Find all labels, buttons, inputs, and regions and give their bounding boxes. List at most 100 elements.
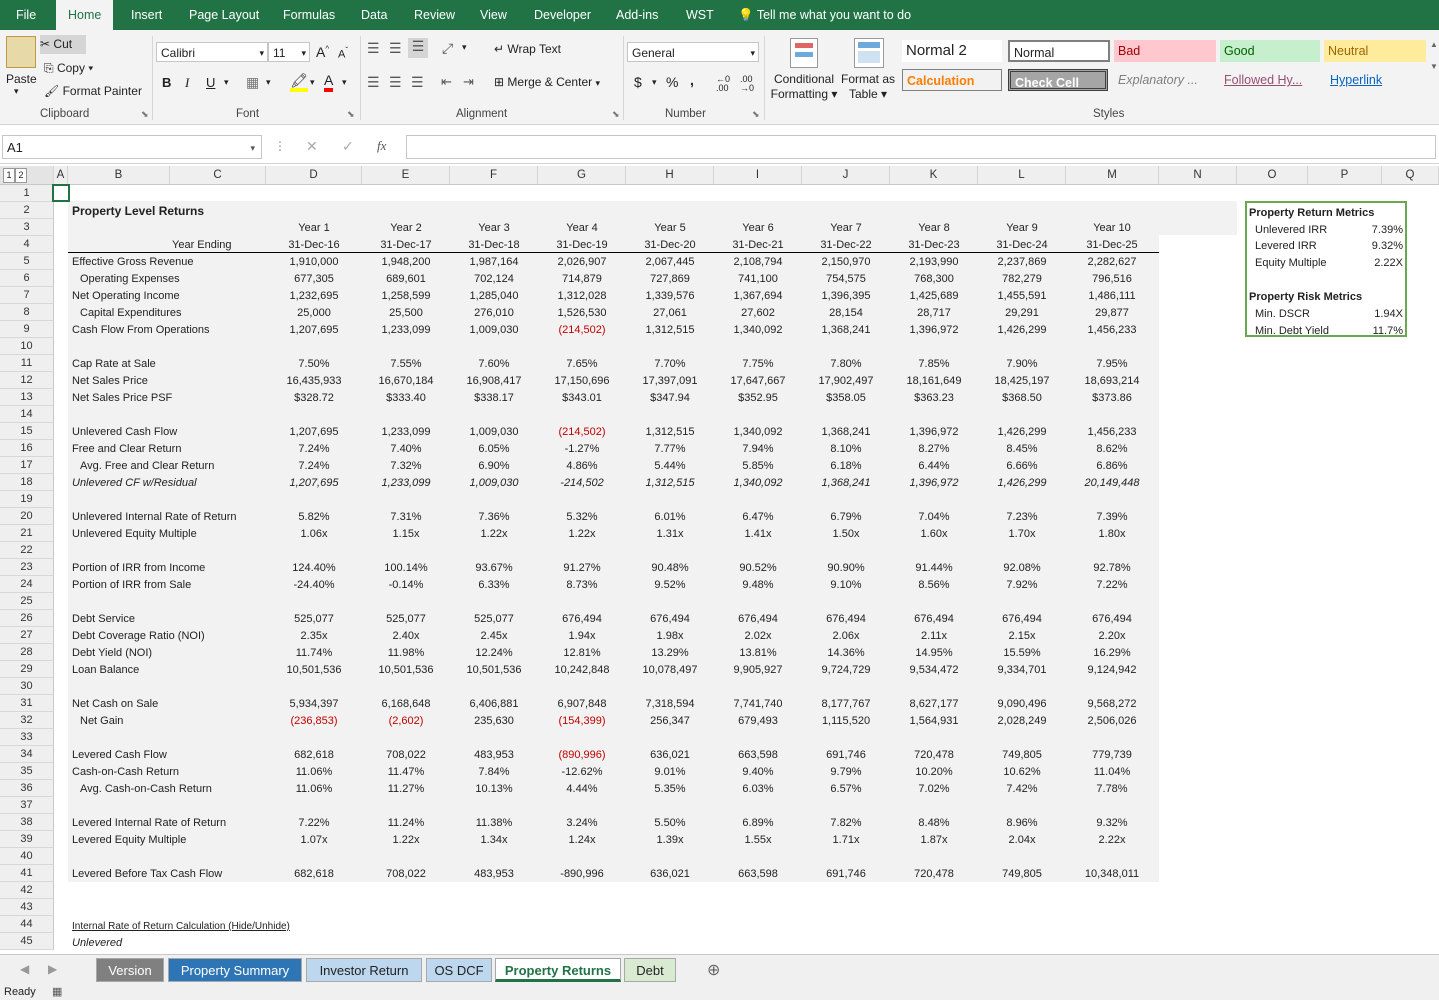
add-sheet-icon[interactable]: ⊕ <box>707 960 720 980</box>
row-header[interactable]: 45 <box>0 933 54 950</box>
data-cell[interactable]: 7.39% <box>1067 509 1157 526</box>
data-cell[interactable]: 28,154 <box>801 305 891 322</box>
data-cell[interactable]: 92.78% <box>1067 560 1157 577</box>
data-cell[interactable]: 8.73% <box>537 577 627 594</box>
data-cell[interactable]: 7.94% <box>713 441 803 458</box>
row-header[interactable]: 37 <box>0 797 54 814</box>
data-cell[interactable]: 18,161,649 <box>889 373 979 390</box>
data-cell[interactable]: 1,425,689 <box>889 288 979 305</box>
align-top-icon[interactable]: ☰ <box>367 40 380 57</box>
style-neutral[interactable]: Neutral <box>1324 40 1426 62</box>
font-name-box[interactable]: Calibri ▾ <box>156 42 268 62</box>
data-cell[interactable]: 2.02x <box>713 628 803 645</box>
data-cell[interactable]: -1.27% <box>537 441 627 458</box>
data-cell[interactable]: 7.75% <box>713 356 803 373</box>
dialog-launcher-icon[interactable]: ⬊ <box>141 109 149 120</box>
row-header[interactable]: 7 <box>0 287 54 304</box>
data-cell[interactable]: 1,396,972 <box>889 322 979 339</box>
column-header-q[interactable]: Q <box>1382 166 1439 185</box>
column-header-l[interactable]: L <box>978 166 1066 185</box>
data-cell[interactable]: 676,494 <box>889 611 979 628</box>
row-header[interactable]: 44 <box>0 916 54 933</box>
data-cell[interactable]: 9.52% <box>625 577 715 594</box>
data-cell[interactable]: 689,601 <box>361 271 451 288</box>
enter-icon[interactable]: ✓ <box>342 138 354 155</box>
data-cell[interactable]: 7.23% <box>977 509 1067 526</box>
sheet-tab-version[interactable]: Version <box>96 958 164 982</box>
data-cell[interactable]: 6.79% <box>801 509 891 526</box>
italic-button[interactable]: I <box>185 75 189 91</box>
dialog-launcher-icon[interactable]: ⬊ <box>612 109 620 120</box>
data-cell[interactable]: 2.40x <box>361 628 451 645</box>
row-header[interactable]: 28 <box>0 644 54 661</box>
dialog-launcher-icon[interactable]: ⬊ <box>752 109 760 120</box>
row-header[interactable]: 33 <box>0 729 54 746</box>
data-cell[interactable]: 1,456,233 <box>1067 322 1157 339</box>
style-normal-2[interactable]: Normal 2 <box>902 40 1002 62</box>
data-cell[interactable]: 8.62% <box>1067 441 1157 458</box>
data-cell[interactable]: 636,021 <box>625 747 715 764</box>
data-cell[interactable]: 768,300 <box>889 271 979 288</box>
data-cell[interactable]: 1,948,200 <box>361 254 451 271</box>
data-cell[interactable]: -12.62% <box>537 764 627 781</box>
data-cell[interactable]: 1,368,241 <box>801 424 891 441</box>
data-cell[interactable]: 10.13% <box>449 781 539 798</box>
data-cell[interactable]: 1.98x <box>625 628 715 645</box>
tab-view[interactable]: View <box>468 0 519 30</box>
data-cell[interactable]: 1,312,028 <box>537 288 627 305</box>
data-cell[interactable]: 9.48% <box>713 577 803 594</box>
column-header-c[interactable]: C <box>170 166 266 185</box>
outline-level-2[interactable]: 2 <box>15 168 27 183</box>
chevron-down-icon[interactable]: ▾ <box>310 77 315 88</box>
data-cell[interactable]: 9.79% <box>801 764 891 781</box>
data-cell[interactable]: 2.45x <box>449 628 539 645</box>
row-header[interactable]: 38 <box>0 814 54 831</box>
style-calculation[interactable]: Calculation <box>902 69 1002 91</box>
column-header-d[interactable]: D <box>266 166 362 185</box>
data-cell[interactable]: 1,396,395 <box>801 288 891 305</box>
data-cell[interactable]: 5.82% <box>269 509 359 526</box>
data-cell[interactable]: 1.24x <box>537 832 627 849</box>
data-cell[interactable]: 1.06x <box>269 526 359 543</box>
style-bad[interactable]: Bad <box>1114 40 1216 62</box>
data-cell[interactable]: (154,399) <box>537 713 627 730</box>
conditional-formatting-button[interactable]: Conditional Formatting ▾ <box>770 72 838 102</box>
chevron-down-icon[interactable]: ▾ <box>224 77 229 88</box>
row-header[interactable]: 18 <box>0 474 54 491</box>
row-header[interactable]: 39 <box>0 831 54 848</box>
row-header[interactable]: 40 <box>0 848 54 865</box>
font-color-icon[interactable]: A <box>324 72 334 92</box>
data-cell[interactable]: 1,312,515 <box>625 475 715 492</box>
sheet-tab-investor-return[interactable]: Investor Return <box>306 958 422 982</box>
data-cell[interactable]: 679,493 <box>713 713 803 730</box>
data-cell[interactable]: 7.65% <box>537 356 627 373</box>
data-cell[interactable]: 2.11x <box>889 628 979 645</box>
data-cell[interactable]: 9,090,496 <box>977 696 1067 713</box>
column-header-o[interactable]: O <box>1237 166 1308 185</box>
data-cell[interactable]: 1.15x <box>361 526 451 543</box>
data-cell[interactable]: 6.86% <box>1067 458 1157 475</box>
data-cell[interactable]: 276,010 <box>449 305 539 322</box>
data-cell[interactable]: 1,233,099 <box>361 322 451 339</box>
row-header[interactable]: 2 <box>0 202 54 219</box>
data-cell[interactable]: 11.06% <box>269 781 359 798</box>
data-cell[interactable]: 20,149,448 <box>1067 475 1157 492</box>
data-cell[interactable]: (2,602) <box>361 713 451 730</box>
data-cell[interactable]: 9,534,472 <box>889 662 979 679</box>
data-cell[interactable]: 91.44% <box>889 560 979 577</box>
column-header-b[interactable]: B <box>68 166 170 185</box>
data-cell[interactable]: 1,368,241 <box>801 475 891 492</box>
data-cell[interactable]: 2,067,445 <box>625 254 715 271</box>
data-cell[interactable]: 10,348,011 <box>1067 866 1157 883</box>
data-cell[interactable]: 691,746 <box>801 866 891 883</box>
data-cell[interactable]: $368.50 <box>977 390 1067 407</box>
data-cell[interactable]: 11.98% <box>361 645 451 662</box>
increase-indent-icon[interactable]: ⇥ <box>463 74 474 90</box>
gallery-scroll-up-icon[interactable]: ▲ <box>1430 40 1438 49</box>
copy-button[interactable]: ⎘ Copy ▾ <box>44 59 93 77</box>
data-cell[interactable]: 1,312,515 <box>625 322 715 339</box>
data-cell[interactable]: 663,598 <box>713 747 803 764</box>
data-cell[interactable]: 1,207,695 <box>269 475 359 492</box>
data-cell[interactable]: 2.22x <box>1067 832 1157 849</box>
row-header[interactable]: 8 <box>0 304 54 321</box>
